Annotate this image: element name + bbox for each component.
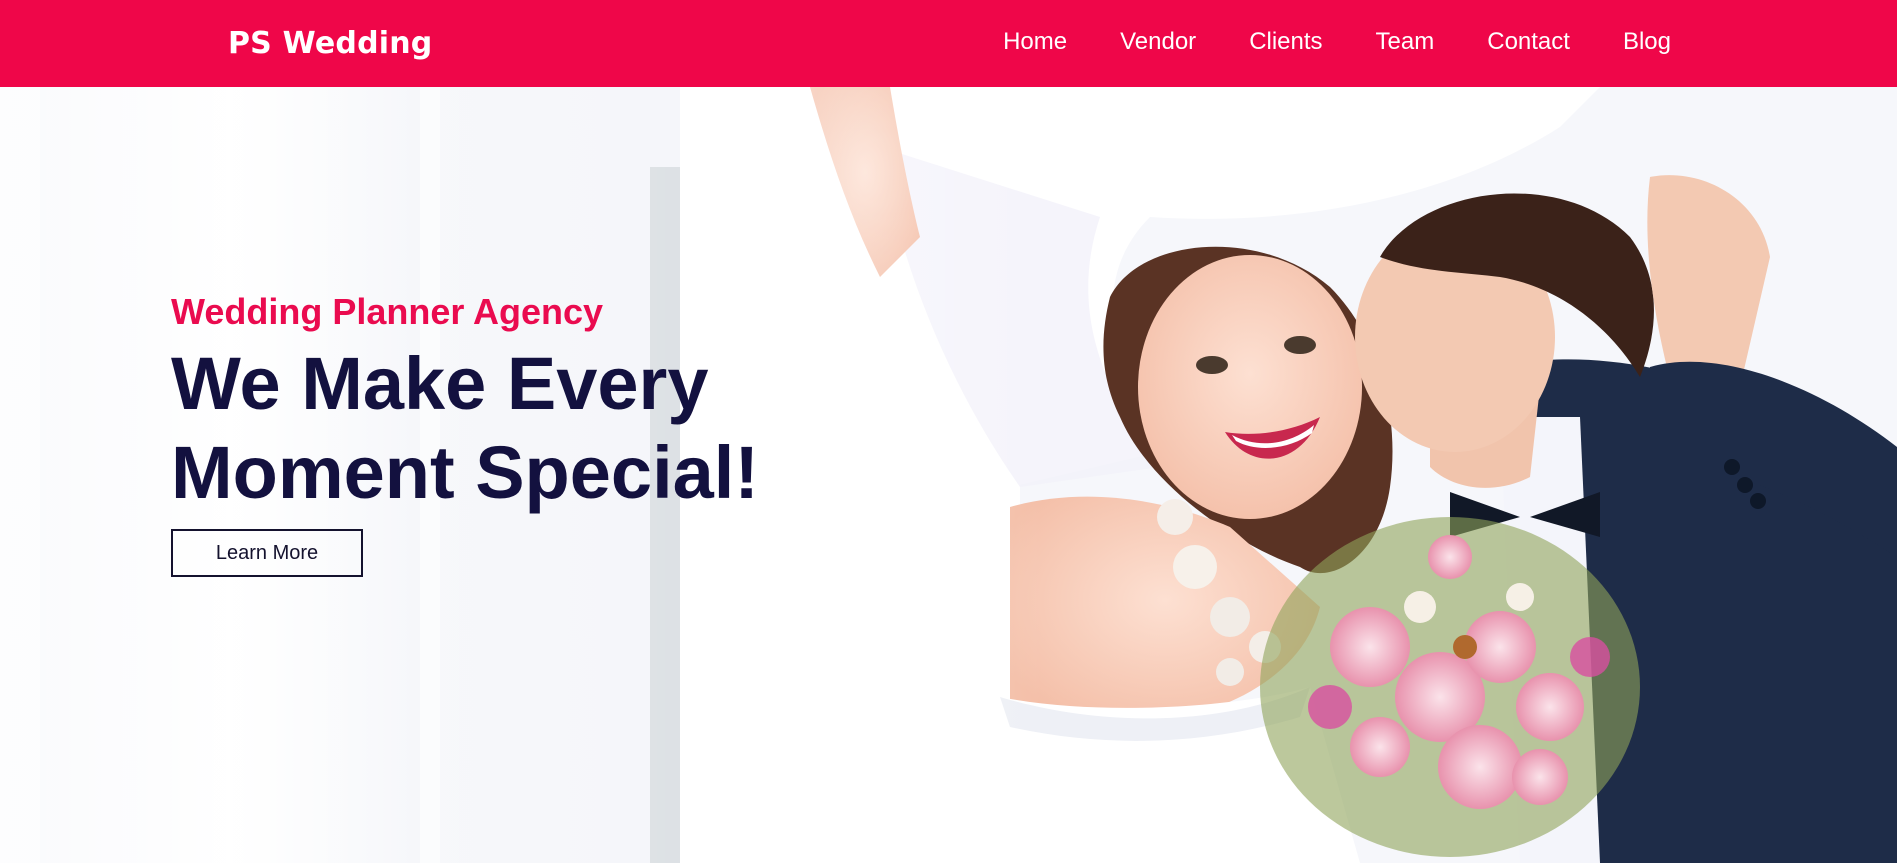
nav-link-team[interactable]: Team (1376, 28, 1435, 55)
nav-link-clients[interactable]: Clients (1249, 28, 1322, 55)
nav-link-home[interactable]: Home (1003, 28, 1067, 55)
top-navbar: PS Wedding Home Vendor Clients Team Cont… (0, 0, 1897, 87)
nav-item-contact: Contact (1487, 28, 1570, 56)
hero-title-line-1: We Make Every (171, 342, 709, 425)
hero-title-line-2: Moment Special! (171, 431, 759, 514)
nav-link-contact[interactable]: Contact (1487, 28, 1570, 55)
nav-item-vendor: Vendor (1120, 28, 1196, 56)
nav-menu: Home Vendor Clients Team Contact Blog (1003, 0, 1671, 84)
learn-more-button[interactable]: Learn More (171, 529, 363, 577)
nav-item-blog: Blog (1623, 28, 1671, 56)
hero-title: We Make Every Moment Special! (171, 339, 811, 517)
hero-section: Wedding Planner Agency We Make Every Mom… (0, 87, 1897, 863)
nav-item-clients: Clients (1249, 28, 1322, 56)
nav-item-team: Team (1376, 28, 1435, 56)
brand-logo[interactable]: PS Wedding (228, 0, 432, 87)
nav-item-home: Home (1003, 28, 1067, 56)
nav-link-blog[interactable]: Blog (1623, 28, 1671, 55)
nav-link-vendor[interactable]: Vendor (1120, 28, 1196, 55)
hero-subtitle: Wedding Planner Agency (171, 291, 604, 332)
